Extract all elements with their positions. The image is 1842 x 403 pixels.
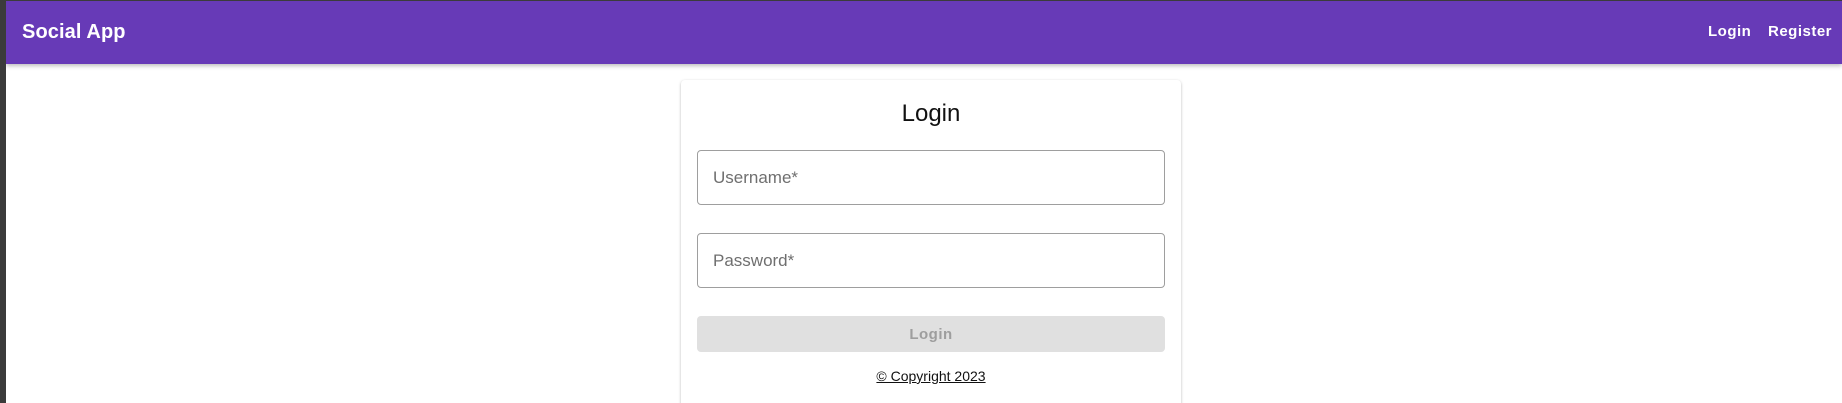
login-title: Login (901, 100, 961, 127)
app-bar: Social App Login Register (6, 1, 1842, 64)
username-input[interactable] (697, 150, 1165, 205)
login-submit-button[interactable]: Login (697, 316, 1165, 352)
copyright-text: © Copyright 2023 (876, 368, 986, 384)
nav-register-button[interactable]: Register (1768, 23, 1832, 40)
password-input[interactable] (697, 233, 1165, 288)
browser-viewport: Social App Login Register Login Login © … (6, 1, 1842, 403)
nav-login-button[interactable]: Login (1708, 23, 1751, 40)
login-card: Login Login © Copyright 2023 (681, 80, 1181, 403)
app-brand[interactable]: Social App (22, 21, 126, 44)
